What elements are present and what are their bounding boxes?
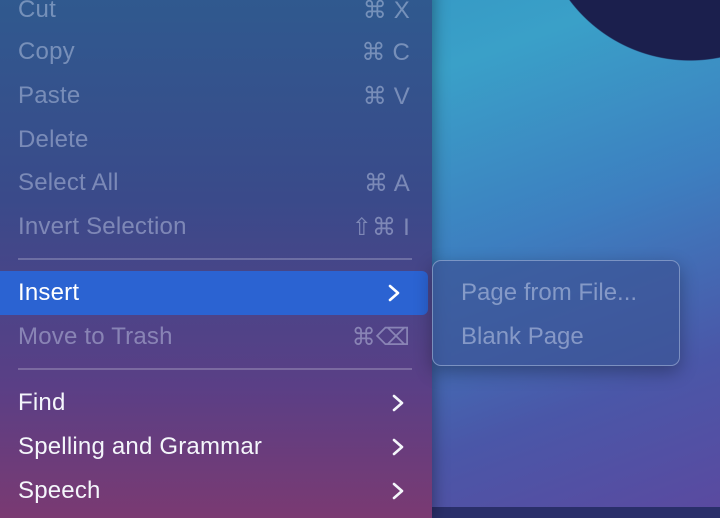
- keyboard-shortcut: ⌘ C: [361, 38, 410, 66]
- menu-item-label: Insert: [18, 279, 80, 306]
- submenu-item-page-from-file[interactable]: Page from File...: [461, 271, 637, 315]
- menu-item-find[interactable]: Find: [0, 381, 432, 425]
- insert-submenu: Page from File... Blank Page: [432, 260, 680, 366]
- chevron-right-icon: [384, 282, 406, 304]
- menu-item-label: Speech: [18, 477, 101, 504]
- menu-separator: [18, 368, 412, 370]
- menu-item-label: Delete: [18, 126, 89, 153]
- menu-item-cut[interactable]: Cut ⌘ X: [0, 0, 432, 32]
- menu-item-insert[interactable]: Insert: [0, 271, 428, 315]
- menu-item-label: Paste: [18, 82, 81, 109]
- menu-item-copy[interactable]: Copy ⌘ C: [0, 30, 432, 74]
- chevron-right-icon: [388, 392, 410, 414]
- keyboard-shortcut: ⌘ A: [364, 169, 410, 197]
- keyboard-shortcut: ⌘ V: [362, 82, 410, 110]
- menu-item-spelling-and-grammar[interactable]: Spelling and Grammar: [0, 425, 432, 469]
- menu-item-select-all[interactable]: Select All ⌘ A: [0, 161, 432, 205]
- context-menu: Cut ⌘ X Copy ⌘ C Paste ⌘ V Delete Select…: [0, 0, 432, 518]
- keyboard-shortcut: ⌘ X: [362, 0, 410, 24]
- keyboard-shortcut: ⌘⌫: [351, 323, 410, 351]
- menu-item-label: Select All: [18, 169, 119, 196]
- chevron-right-icon: [388, 480, 410, 502]
- chevron-right-icon: [388, 436, 410, 458]
- menu-item-label: Copy: [18, 38, 75, 65]
- menu-item-label: Invert Selection: [18, 213, 187, 240]
- menu-item-label: Spelling and Grammar: [18, 433, 263, 460]
- menu-item-label: Cut: [18, 0, 56, 23]
- menu-item-paste[interactable]: Paste ⌘ V: [0, 74, 432, 118]
- menu-item-invert-selection[interactable]: Invert Selection ⇧⌘ I: [0, 205, 432, 249]
- menu-item-move-to-trash[interactable]: Move to Trash ⌘⌫: [0, 315, 432, 359]
- menu-item-delete[interactable]: Delete: [0, 118, 432, 162]
- menu-item-label: Find: [18, 389, 66, 416]
- submenu-item-blank-page[interactable]: Blank Page: [461, 315, 584, 359]
- menu-separator: [18, 258, 412, 260]
- menu-item-label: Move to Trash: [18, 323, 173, 350]
- keyboard-shortcut: ⇧⌘ I: [351, 213, 410, 241]
- menu-item-speech[interactable]: Speech: [0, 469, 432, 513]
